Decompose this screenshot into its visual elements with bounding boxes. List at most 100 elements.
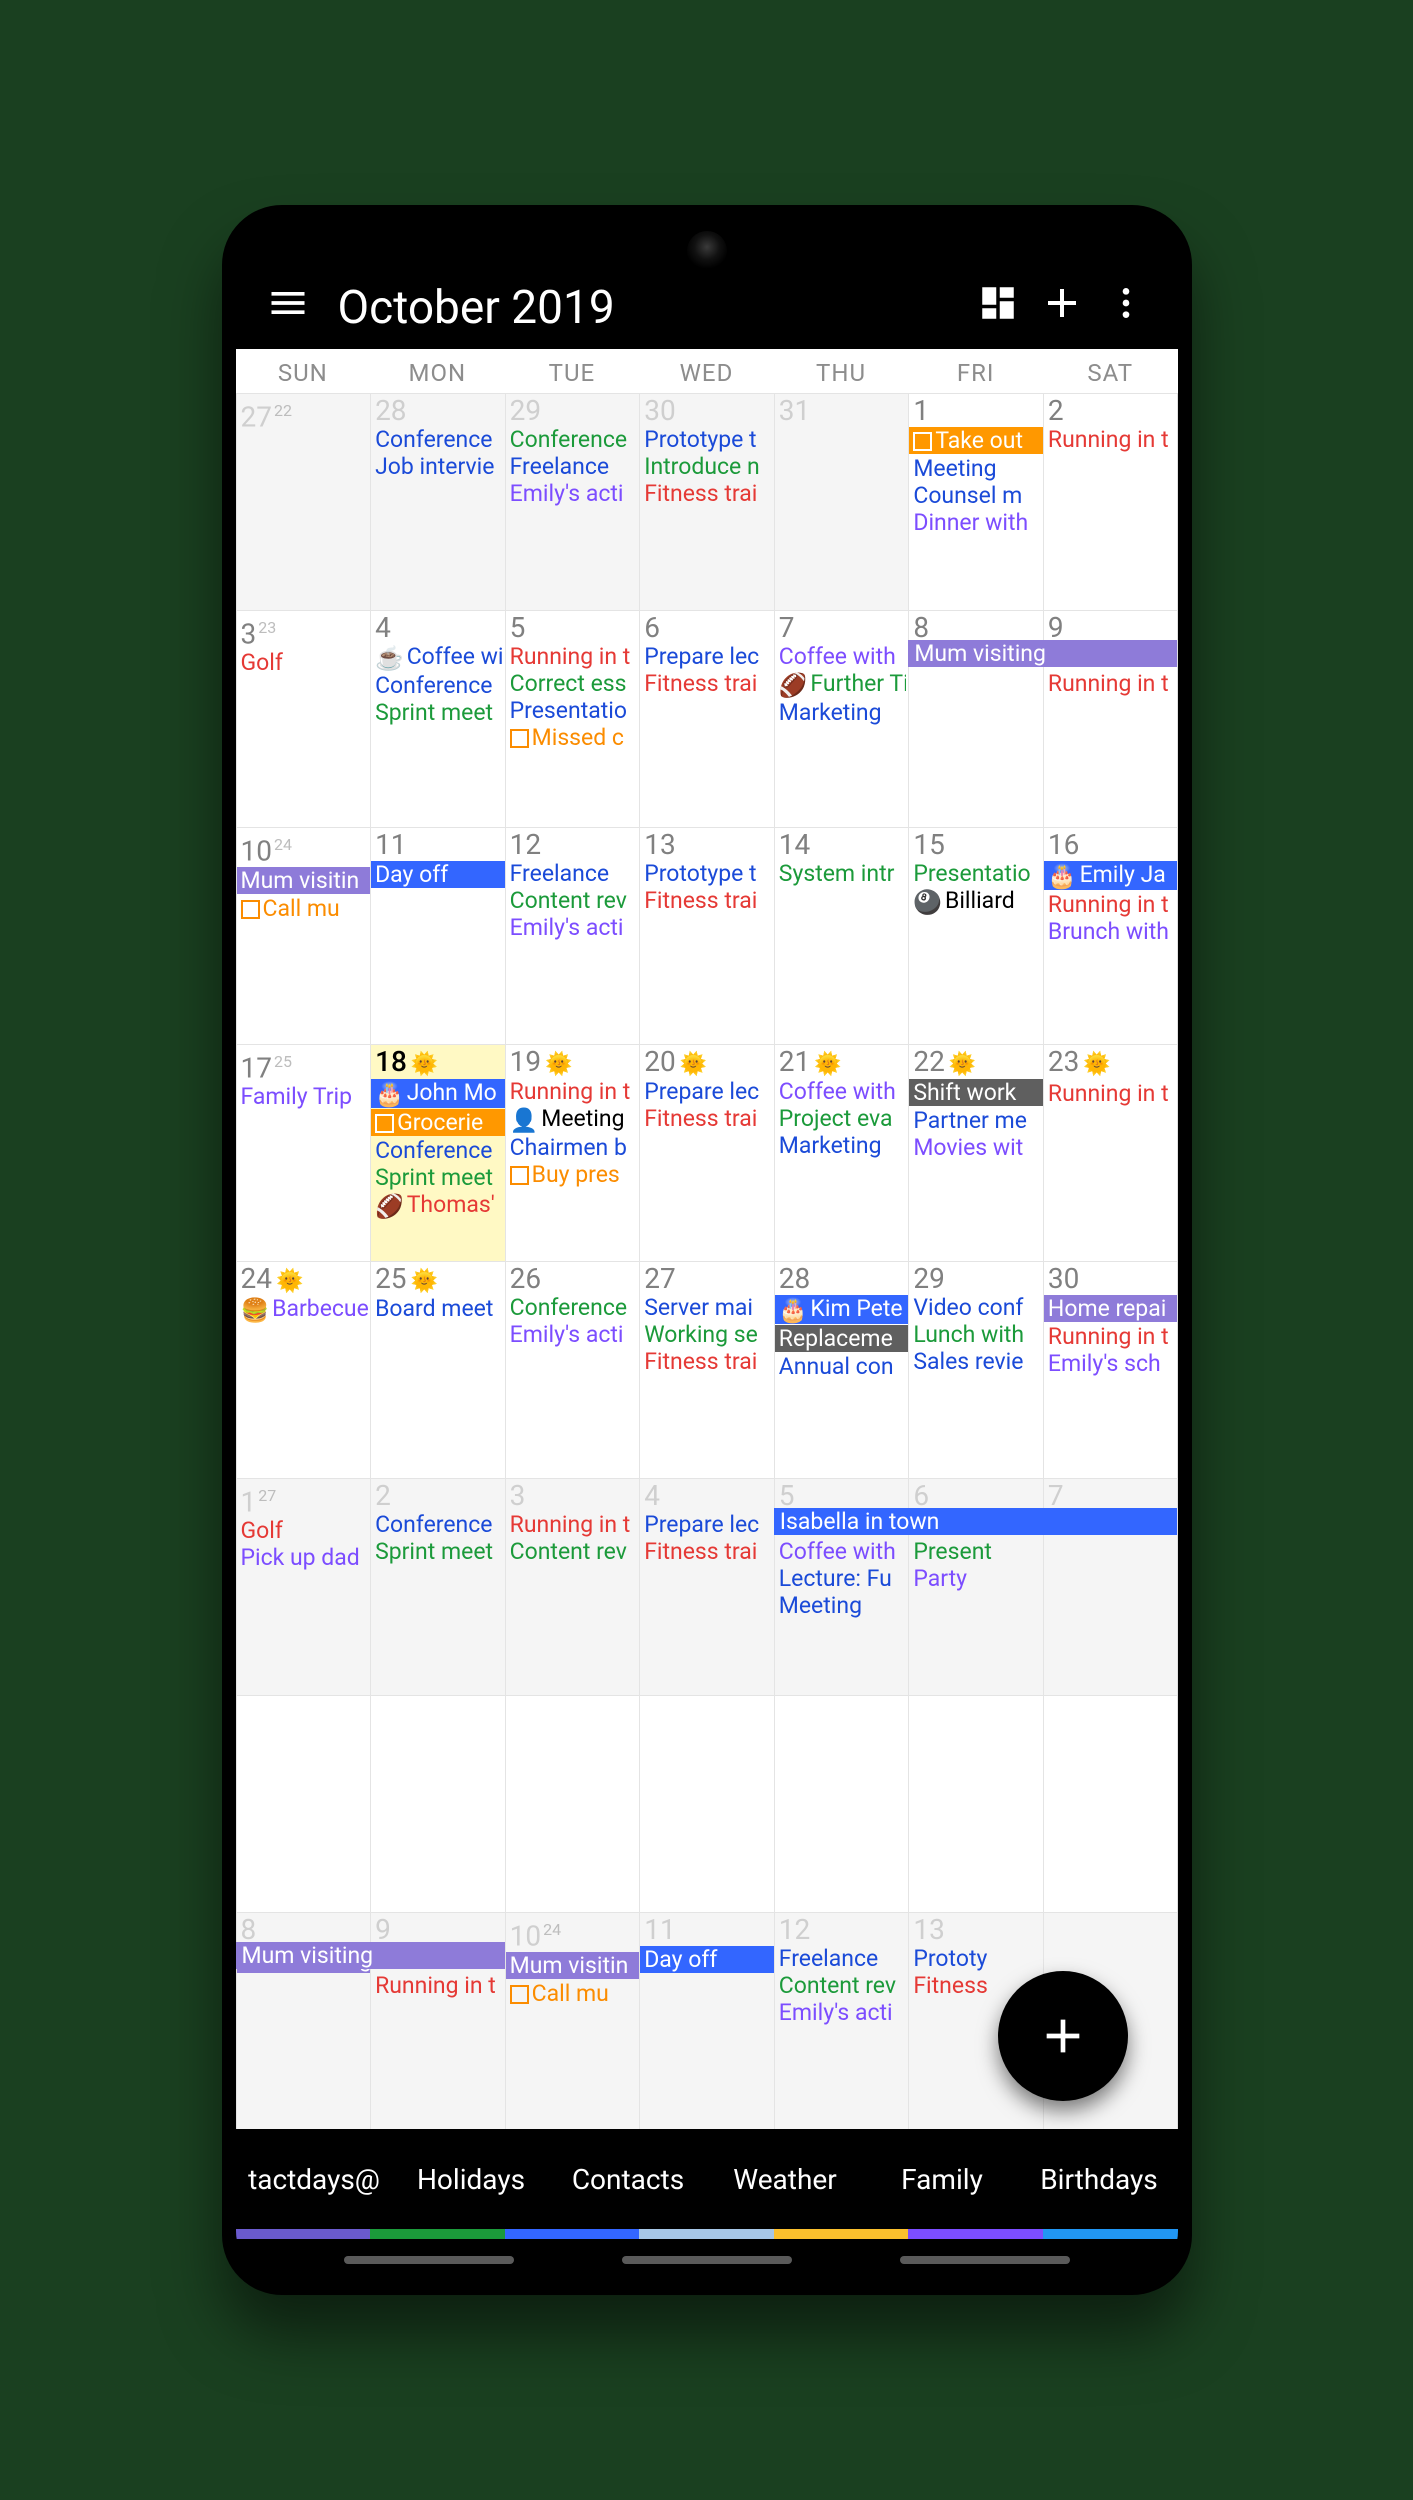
- calendar-event[interactable]: Marketing: [779, 699, 907, 726]
- calendar-event[interactable]: Emily's acti: [510, 480, 638, 507]
- calendar-event[interactable]: 🏈Thomas': [375, 1191, 503, 1220]
- calendar-event[interactable]: Freelance: [779, 1945, 907, 1972]
- calendar-day-cell[interactable]: 30Prototype tIntroduce nFitness trai: [639, 393, 774, 610]
- calendar-day-cell[interactable]: [774, 1695, 909, 1912]
- calendar-day-cell[interactable]: 20🌞Prepare lecFitness trai: [639, 1044, 774, 1261]
- calendar-day-cell[interactable]: 14System intr: [774, 827, 909, 1044]
- calendar-event[interactable]: Call mu: [510, 1980, 638, 2007]
- calendar-day-cell[interactable]: 3Running in tContent rev: [505, 1478, 640, 1695]
- calendar-footer-tabs[interactable]: tactdays@ Holidays Contacts Weather Fami…: [236, 2129, 1178, 2229]
- calendar-day-cell[interactable]: 12FreelanceContent revEmily's acti: [505, 827, 640, 1044]
- calendar-day-cell[interactable]: [1043, 1695, 1178, 1912]
- calendar-event[interactable]: Missed c: [510, 724, 638, 751]
- calendar-day-cell[interactable]: 31: [774, 393, 909, 610]
- calendar-event[interactable]: Running in t: [1048, 1323, 1176, 1350]
- multi-day-event[interactable]: Mum visiting: [236, 1942, 505, 1969]
- calendar-event[interactable]: Chairmen b: [510, 1134, 638, 1161]
- menu-button[interactable]: [256, 271, 320, 335]
- calendar-event[interactable]: Content rev: [510, 887, 638, 914]
- calendar-event[interactable]: Buy pres: [510, 1161, 638, 1188]
- calendar-event[interactable]: 🍔Barbecue: [241, 1295, 369, 1324]
- calendar-event[interactable]: Freelance: [510, 860, 638, 887]
- calendar-event[interactable]: Marketing: [779, 1132, 907, 1159]
- calendar-event[interactable]: Content rev: [779, 1972, 907, 1999]
- calendar-event[interactable]: Conference: [510, 426, 638, 453]
- calendar-day-cell[interactable]: 13Prototype tFitness trai: [639, 827, 774, 1044]
- calendar-event[interactable]: Sales revie: [913, 1348, 1041, 1375]
- calendar-day-cell[interactable]: 2ConferenceSprint meet: [370, 1478, 505, 1695]
- calendar-event[interactable]: Shift work: [909, 1079, 1043, 1106]
- calendar-event[interactable]: Prototy: [913, 1945, 1041, 1972]
- calendar-day-cell[interactable]: 1024Mum visitinCall mu: [236, 827, 371, 1044]
- calendar-event[interactable]: Pick up dad: [241, 1544, 369, 1571]
- calendar-event[interactable]: Partner me: [913, 1107, 1041, 1134]
- calendar-event[interactable]: Fitness trai: [644, 670, 772, 697]
- calendar-event[interactable]: Fitness trai: [644, 887, 772, 914]
- calendar-event[interactable]: Fitness trai: [644, 1348, 772, 1375]
- calendar-event[interactable]: Emily's acti: [510, 914, 638, 941]
- calendar-event[interactable]: Server mai: [644, 1294, 772, 1321]
- calendar-day-cell[interactable]: 16🎂Emily JaRunning in tBrunch with: [1043, 827, 1178, 1044]
- calendar-event[interactable]: 🎂John Mo: [371, 1079, 505, 1108]
- calendar-event[interactable]: Present: [913, 1538, 1041, 1565]
- calendar-event[interactable]: Annual con: [779, 1353, 907, 1380]
- calendar-event[interactable]: Fitness trai: [644, 480, 772, 507]
- calendar-day-cell[interactable]: 28🎂Kim PeteReplacemeAnnual con: [774, 1261, 909, 1478]
- calendar-day-cell[interactable]: 2Running in t: [1043, 393, 1178, 610]
- calendar-event[interactable]: Sprint meet: [375, 699, 503, 726]
- calendar-day-cell[interactable]: 30Home repaiRunning in tEmily's sch: [1043, 1261, 1178, 1478]
- calendar-day-cell[interactable]: 1024Mum visitinCall mu: [505, 1912, 640, 2129]
- calendar-event[interactable]: Running in t: [510, 643, 638, 670]
- calendar-event[interactable]: Conference: [375, 1511, 503, 1538]
- calendar-event[interactable]: Running in t: [510, 1078, 638, 1105]
- overflow-button[interactable]: [1094, 271, 1158, 335]
- calendar-event[interactable]: Emily's acti: [510, 1321, 638, 1348]
- calendar-event[interactable]: Emily's acti: [779, 1999, 907, 2026]
- calendar-event[interactable]: Prepare lec: [644, 643, 772, 670]
- calendar-grid[interactable]: 272228ConferenceJob intervie29Conference…: [236, 393, 1178, 2129]
- calendar-event[interactable]: 🎂Kim Pete: [775, 1295, 909, 1324]
- calendar-day-cell[interactable]: 29Video confLunch withSales revie: [908, 1261, 1043, 1478]
- calendar-day-cell[interactable]: 18🌞🎂John MoGrocerieConferenceSprint meet…: [370, 1044, 505, 1261]
- calendar-day-cell[interactable]: 27Server maiWorking seFitness trai: [639, 1261, 774, 1478]
- calendar-day-cell[interactable]: 4Prepare lecFitness trai: [639, 1478, 774, 1695]
- calendar-day-cell[interactable]: 15Presentatio🎱Billiard: [908, 827, 1043, 1044]
- calendar-event[interactable]: Running in t: [510, 1511, 638, 1538]
- calendar-event[interactable]: Lecture: Fu: [779, 1565, 907, 1592]
- footer-tab[interactable]: Family: [864, 2129, 1021, 2229]
- calendar-event[interactable]: Running in t: [1048, 891, 1176, 918]
- calendar-event[interactable]: Call mu: [241, 895, 369, 922]
- calendar-day-cell[interactable]: 2722: [236, 393, 371, 610]
- calendar-day-cell[interactable]: 23🌞 Running in t: [1043, 1044, 1178, 1261]
- calendar-event[interactable]: Sprint meet: [375, 1538, 503, 1565]
- calendar-day-cell[interactable]: [370, 1695, 505, 1912]
- calendar-day-cell[interactable]: 22🌞Shift workPartner meMovies wit: [908, 1044, 1043, 1261]
- calendar-day-cell[interactable]: 19🌞Running in t👤MeetingChairmen bBuy pre…: [505, 1044, 640, 1261]
- calendar-event[interactable]: 🏈Further Ti: [779, 670, 907, 699]
- calendar-event[interactable]: Fitness trai: [644, 1538, 772, 1565]
- calendar-event[interactable]: 👤Meeting: [510, 1105, 638, 1134]
- calendar-event[interactable]: Freelance: [510, 453, 638, 480]
- calendar-day-cell[interactable]: 6Prepare lecFitness trai: [639, 610, 774, 827]
- calendar-day-cell[interactable]: 21🌞Coffee withProject evaMarketing: [774, 1044, 909, 1261]
- calendar-event[interactable]: Presentatio: [510, 697, 638, 724]
- calendar-event[interactable]: Day off: [371, 861, 505, 888]
- calendar-day-cell[interactable]: 7Coffee with🏈Further TiMarketing: [774, 610, 909, 827]
- calendar-event[interactable]: Conference: [510, 1294, 638, 1321]
- calendar-event[interactable]: Golf: [241, 649, 369, 676]
- calendar-day-cell[interactable]: 26ConferenceEmily's acti: [505, 1261, 640, 1478]
- calendar-event[interactable]: Grocerie: [371, 1109, 505, 1136]
- page-title[interactable]: October 2019: [338, 281, 615, 335]
- calendar-event[interactable]: Coffee with: [779, 1078, 907, 1105]
- calendar-day-cell[interactable]: 24🌞🍔Barbecue: [236, 1261, 371, 1478]
- calendar-event[interactable]: Running in t: [1048, 1080, 1176, 1107]
- footer-tab[interactable]: Contacts: [550, 2129, 707, 2229]
- calendar-day-cell[interactable]: 29ConferenceFreelanceEmily's acti: [505, 393, 640, 610]
- calendar-event[interactable]: Working se: [644, 1321, 772, 1348]
- calendar-event[interactable]: Replaceme: [775, 1325, 909, 1352]
- calendar-event[interactable]: Dinner with: [913, 509, 1041, 536]
- calendar-event[interactable]: System intr: [779, 860, 907, 887]
- calendar-day-cell[interactable]: 12FreelanceContent revEmily's acti: [774, 1912, 909, 2129]
- calendar-event[interactable]: Running in t: [1048, 426, 1176, 453]
- calendar-event[interactable]: Prototype t: [644, 426, 772, 453]
